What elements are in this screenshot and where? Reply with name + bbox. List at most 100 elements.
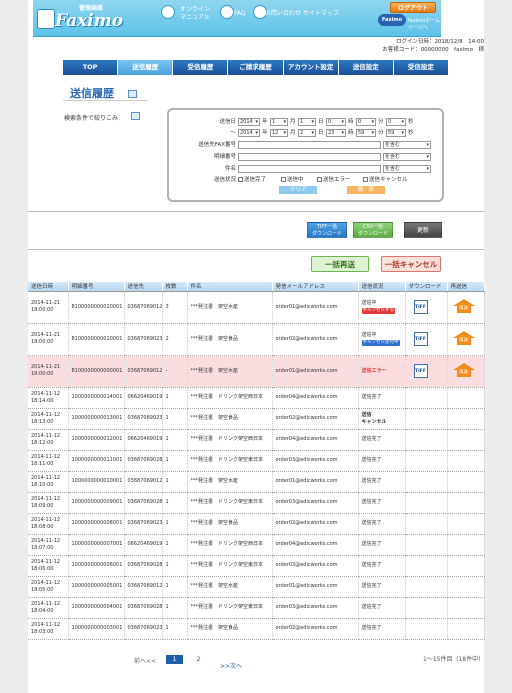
detail-number[interactable]: 1000000000014001 <box>72 394 123 400</box>
detail-number[interactable]: 1000000000005001 <box>72 583 123 589</box>
sender-email: order02@edicworks.com <box>275 335 338 342</box>
detail-number[interactable]: 1000000000012001 <box>72 436 123 442</box>
detail-number[interactable]: 1000000000003001 <box>72 625 123 631</box>
detail-number[interactable]: 8100000000010001 <box>72 336 123 342</box>
search-button[interactable]: 検 索 <box>347 186 385 194</box>
to-month-select[interactable]: 12 <box>270 129 288 137</box>
filter-help-icon[interactable] <box>131 112 140 120</box>
checkbox-icon <box>238 177 243 182</box>
faximo-logo[interactable]: 管理画面 Faximo <box>37 3 127 33</box>
tab-billing-history[interactable]: ご請求履歴 <box>228 60 283 75</box>
subject-input[interactable] <box>238 165 381 173</box>
table-row: 2014-11-21 18:00:00 8100000000000001 036870… <box>28 355 485 388</box>
from-year-select[interactable]: 2014 <box>238 118 260 126</box>
detail-number-input[interactable] <box>238 153 381 161</box>
detail-number[interactable]: 1000000000009001 <box>72 499 123 505</box>
detail-number[interactable]: 1000000000010001 <box>72 478 123 484</box>
page-count: 3 <box>165 303 169 310</box>
detail-number[interactable]: 1000000000008001 <box>72 520 123 526</box>
tiff-download-icon[interactable]: TIFF <box>413 332 428 346</box>
send-date: 2014-11-12 <box>31 558 61 565</box>
resend-arrow-icon[interactable]: 再送 <box>452 330 475 345</box>
from-month-select[interactable]: 1 <box>270 118 288 126</box>
tab-receive-history[interactable]: 受信履歴 <box>173 60 228 75</box>
fax-number-input[interactable] <box>238 141 381 149</box>
faximo-homepage-link[interactable]: faximoホームページへ <box>408 17 441 31</box>
online-manual-link[interactable]: オンライン マニュアル <box>179 6 211 22</box>
detail-match-select[interactable]: を含む <box>383 153 431 161</box>
faq-link[interactable]: FAQ <box>234 10 246 18</box>
send-time: 18:11:00 <box>31 460 54 467</box>
pagination-next[interactable]: >>次へ <box>220 661 242 670</box>
tab-send-settings[interactable]: 送信設定 <box>338 60 393 75</box>
help-icon[interactable] <box>128 90 137 98</box>
tiff-download-icon[interactable]: TIFF <box>413 364 428 378</box>
logout-button[interactable]: ログアウト <box>390 2 436 13</box>
pagination-page-1[interactable]: 1 <box>166 655 183 664</box>
fax-machine-icon <box>37 9 55 29</box>
col-detail-number[interactable]: 明細番号 <box>68 282 125 292</box>
page-count: 1 <box>165 625 169 631</box>
detail-number[interactable]: 8100000000000001 <box>72 368 123 374</box>
col-destination[interactable]: 送信先 <box>124 282 163 292</box>
tab-account-settings[interactable]: アカウント設定 <box>283 60 338 75</box>
customer-code: お客様コード：00000000 faximo 様 <box>382 47 484 53</box>
subject-match-select[interactable]: を含む <box>383 165 431 173</box>
col-status[interactable]: 送信状況 <box>358 282 406 292</box>
table-row: 2014-11-21 18:00:00 8100000000010001 036870… <box>28 323 485 356</box>
to-day-select[interactable]: 2 <box>298 129 316 137</box>
sender-email: order01@edicworks.com <box>275 583 338 589</box>
csv-bulk-download-button[interactable]: CSV一括 ダウンロード <box>353 222 393 238</box>
manual-book-icon[interactable] <box>161 5 175 19</box>
contact-sitemap-link[interactable]: お問い合わせ サイトマップ <box>265 10 339 18</box>
from-hour-select[interactable]: 0 <box>326 118 346 126</box>
col-subject[interactable]: 件名 <box>187 282 273 292</box>
subject-label: 件名 <box>224 166 236 172</box>
detail-number[interactable]: 1000000000011001 <box>72 457 123 463</box>
faq-icon[interactable] <box>220 5 234 19</box>
to-min-select[interactable]: 59 <box>356 129 376 137</box>
detail-number[interactable]: 1000000000013001 <box>72 415 123 421</box>
resend-arrow-icon[interactable]: 再送 <box>452 362 475 377</box>
detail-number[interactable]: 1000000000006001 <box>72 562 123 568</box>
detail-number[interactable]: 8100000000020001 <box>72 304 123 310</box>
detail-number[interactable]: 1000000000007001 <box>72 541 123 547</box>
to-hour-select[interactable]: 23 <box>326 129 346 137</box>
status-sending-checkbox[interactable]: 送信中 <box>281 175 304 185</box>
resend-arrow-icon[interactable]: 再送 <box>452 298 475 313</box>
min-unit: 分 <box>378 130 384 136</box>
send-date: 2014-11-12 <box>31 495 61 502</box>
col-send-datetime[interactable]: 送信日時 <box>28 282 69 292</box>
destination-fax: 03687069028 <box>127 562 162 568</box>
bulk-resend-button[interactable]: 一括再送 <box>311 256 369 272</box>
status-complete-checkbox[interactable]: 送信完了 <box>238 175 266 185</box>
col-pages[interactable]: 枚数 <box>162 282 188 292</box>
refresh-button[interactable]: 更新 <box>404 222 442 238</box>
from-min-select[interactable]: 0 <box>356 118 376 126</box>
fax-match-select[interactable]: を含む <box>383 141 431 149</box>
status-cancel-checkbox[interactable]: 送信キャンセル <box>363 175 408 185</box>
clear-button[interactable]: クリア <box>279 186 317 194</box>
detail-number[interactable]: 1000000000004001 <box>72 604 123 610</box>
tiff-download-icon[interactable]: TIFF <box>413 300 428 314</box>
to-sec-select[interactable]: 59 <box>386 129 406 137</box>
from-day-select[interactable]: 1 <box>298 118 316 126</box>
pagination-page-2[interactable]: 2 <box>190 655 207 664</box>
col-download: ダウンロード <box>405 282 448 292</box>
pagination-prev[interactable]: 前へ<< <box>134 656 156 665</box>
tiff-bulk-download-button[interactable]: TIFF一括 ダウンロード <box>307 222 347 238</box>
home-faximo-logo[interactable]: Faximo <box>378 14 406 26</box>
send-status: 送信中 <box>361 332 377 338</box>
table-row: 2014-11-12 18:04:00 1000000000004001 036870… <box>28 597 485 619</box>
send-date: 2014-11-12 <box>31 621 61 628</box>
cancel-send-button[interactable]: キャンセルする <box>361 308 395 314</box>
from-sec-select[interactable]: 0 <box>386 118 406 126</box>
tab-receive-settings[interactable]: 受信設定 <box>393 60 448 75</box>
tab-send-history[interactable]: 送信履歴 <box>118 60 173 75</box>
send-date: 2014-11-12 <box>31 390 61 397</box>
tab-top[interactable]: TOP <box>63 60 118 75</box>
bulk-cancel-button[interactable]: 一括キャンセル <box>381 256 441 272</box>
status-error-checkbox[interactable]: 送信エラー <box>317 175 351 185</box>
to-year-select[interactable]: 2014 <box>238 129 260 137</box>
col-sender-email[interactable]: 発信メールアドレス <box>272 282 359 292</box>
